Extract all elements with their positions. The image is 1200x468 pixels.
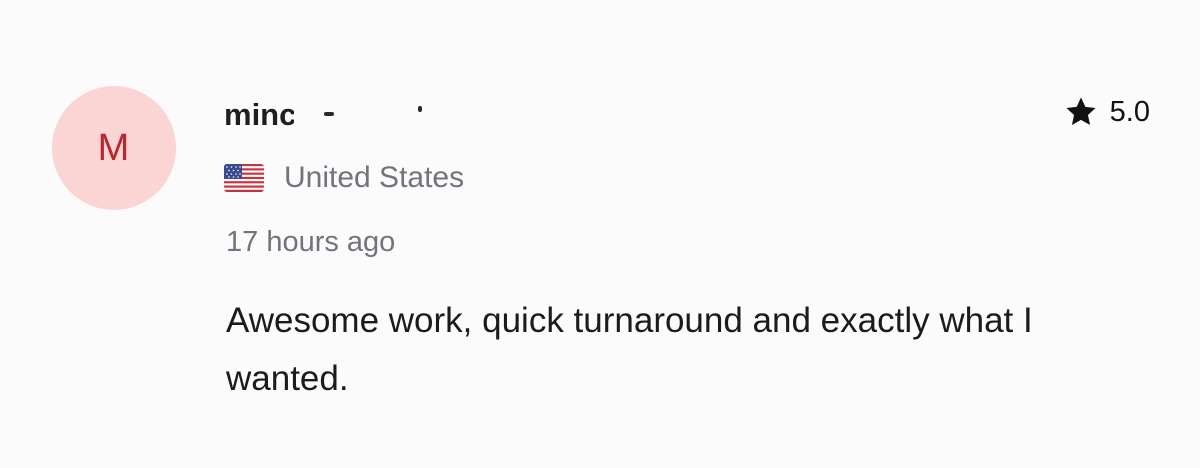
redaction-mark [324, 112, 334, 116]
avatar-letter: M [97, 126, 131, 169]
reviewer-country: United States [224, 158, 464, 198]
star-icon [1066, 97, 1096, 126]
avatar[interactable]: M [52, 86, 176, 210]
redaction-mark [418, 106, 422, 112]
reviewer-name[interactable]: minc [224, 97, 296, 132]
redaction-overlay [294, 92, 464, 138]
rating-value: 5.0 [1109, 95, 1150, 128]
reviewer-name-wrap[interactable]: minc [224, 92, 464, 138]
rating: 5.0 [1064, 92, 1150, 132]
review-timestamp: 17 hours ago [226, 226, 396, 258]
us-flag-icon [224, 164, 264, 192]
review-card: M minc 5.0 United States 17 hours ago Aw… [0, 0, 1200, 468]
review-text: Awesome work, quick turnaround and exact… [226, 301, 1033, 398]
country-name: United States [284, 161, 465, 194]
